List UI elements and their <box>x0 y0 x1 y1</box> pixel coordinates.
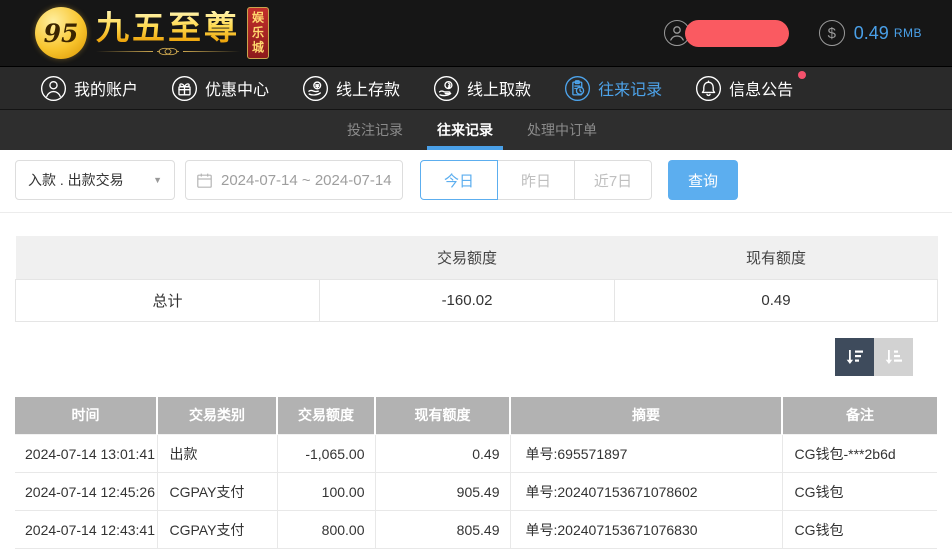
nav-label: 优惠中心 <box>205 82 270 99</box>
col-header-amount: 交易额度 <box>277 396 376 435</box>
tab-betting-records[interactable]: 投注记录 <box>345 110 405 150</box>
nav-item-promotions[interactable]: 优惠中心 <box>171 75 269 102</box>
dollar-icon: $ <box>818 20 845 46</box>
cell-balance: 905.49 <box>374 472 510 511</box>
summary-total-amount: -160.02 <box>319 278 615 322</box>
cell-summary: 单号:202407153671078602 <box>509 472 782 511</box>
nav-label: 往来记录 <box>598 82 663 99</box>
balance-amount: 0.49 <box>853 22 889 43</box>
quick-range-group: 今日 昨日 近7日 <box>420 160 652 200</box>
sort-ascending-icon[interactable] <box>874 337 913 376</box>
cell-balance: 0.49 <box>374 434 510 473</box>
nav-item-announcements[interactable]: 信息公告 <box>695 70 807 102</box>
logo-95-badge-icon: 95 <box>35 7 87 59</box>
records-header-row: 时间 交易类别 交易额度 现有额度 摘要 备注 <box>15 396 937 435</box>
date-range-value: 2024-07-14 ~ 2024-07-14 <box>221 171 392 189</box>
table-row: 2024-07-14 12:43:41 CGPAY支付 800.00 805.4… <box>15 510 937 549</box>
main-nav: 我的账户 优惠中心 线上存款 线上取款 往来记录 信息公告 <box>0 66 952 110</box>
balance-group: $ 0.49 RMB <box>818 20 922 46</box>
cell-note: CG钱包 <box>781 510 937 549</box>
logo-subtitle: 娱乐城 <box>247 7 269 59</box>
cell-amount: 100.00 <box>276 472 375 511</box>
cell-time: 2024-07-14 12:45:26 <box>15 472 157 511</box>
summary-total-balance: 0.49 <box>614 278 938 322</box>
filter-separator <box>0 212 952 213</box>
quick-range-today-button[interactable]: 今日 <box>420 160 498 200</box>
logo-title: 九五至尊 <box>96 8 240 46</box>
table-row: 2024-07-14 12:45:26 CGPAY支付 100.00 905.4… <box>15 472 937 511</box>
cell-note: CG钱包 <box>781 472 937 511</box>
transaction-type-select[interactable]: 入款 . 出款交易 ▼ <box>15 160 175 200</box>
nav-label: 线上取款 <box>467 82 532 99</box>
quick-range-last7days-button[interactable]: 近7日 <box>574 160 652 200</box>
table-row: 2024-07-14 13:01:41 出款 -1,065.00 0.49 单号… <box>15 434 937 473</box>
unread-dot-badge <box>798 70 807 79</box>
subtab-bar: 投注记录 往来记录 处理中订单 <box>0 110 952 150</box>
tab-transfer-records[interactable]: 往来记录 <box>427 110 503 150</box>
nav-item-deposit[interactable]: 线上存款 <box>302 75 400 102</box>
tab-label: 处理中订单 <box>527 122 597 138</box>
records-table: 时间 交易类别 交易额度 现有额度 摘要 备注 2024-07-14 13:01… <box>15 396 937 549</box>
announcements-bell-icon <box>695 75 722 102</box>
summary-header-balance: 现有额度 <box>614 236 938 279</box>
cell-type: 出款 <box>156 434 277 473</box>
filter-row: 入款 . 出款交易 ▼ 2024-07-14 ~ 2024-07-14 今日 昨… <box>0 150 952 200</box>
col-header-type: 交易类别 <box>157 396 278 435</box>
nav-label: 我的账户 <box>74 82 139 99</box>
summary-header-row: 交易额度 现有额度 <box>15 236 938 279</box>
nav-item-withdraw[interactable]: 线上取款 <box>433 75 531 102</box>
col-header-time: 时间 <box>15 396 158 435</box>
withdraw-icon <box>433 75 460 102</box>
summary-table: 交易额度 现有额度 总计 -160.02 0.49 <box>15 236 938 322</box>
tab-label: 往来记录 <box>437 122 493 138</box>
logo-flourish-icon <box>96 47 240 56</box>
site-logo[interactable]: 95 九五至尊 娱乐城 <box>35 7 269 59</box>
nav-label: 线上存款 <box>336 82 401 99</box>
summary-total-row: 总计 -160.02 0.49 <box>15 278 938 322</box>
redacted-username <box>684 19 789 47</box>
sort-descending-icon[interactable] <box>835 337 874 376</box>
quick-range-yesterday-button[interactable]: 昨日 <box>497 160 575 200</box>
tab-label: 投注记录 <box>347 122 403 138</box>
search-button[interactable]: 查询 <box>668 160 738 200</box>
cell-time: 2024-07-14 13:01:41 <box>15 434 157 473</box>
transfer-records-icon <box>564 75 591 102</box>
cell-type: CGPAY支付 <box>156 510 277 549</box>
nav-item-my-account[interactable]: 我的账户 <box>40 75 138 102</box>
cell-time: 2024-07-14 12:43:41 <box>15 510 157 549</box>
col-header-balance: 现有额度 <box>375 396 511 435</box>
user-area: $ 0.49 RMB <box>663 19 922 47</box>
nav-item-transfer-records[interactable]: 往来记录 <box>564 75 662 102</box>
nav-label: 信息公告 <box>729 82 794 99</box>
summary-header-corner <box>15 236 320 279</box>
promotions-gift-icon <box>171 75 198 102</box>
calendar-icon <box>196 172 213 189</box>
balance-currency: RMB <box>893 26 922 40</box>
cell-balance: 805.49 <box>374 510 510 549</box>
cell-amount: 800.00 <box>276 510 375 549</box>
summary-header-amount: 交易额度 <box>319 236 615 279</box>
sort-buttons <box>0 337 913 376</box>
top-header: 95 九五至尊 娱乐城 $ 0.49 RMB <box>0 0 952 66</box>
caret-down-icon: ▼ <box>153 175 162 185</box>
col-header-note: 备注 <box>782 396 937 435</box>
date-range-input[interactable]: 2024-07-14 ~ 2024-07-14 <box>185 160 403 200</box>
cell-summary: 单号:695571897 <box>509 434 782 473</box>
cell-summary: 单号:202407153671076830 <box>509 510 782 549</box>
account-icon <box>40 75 67 102</box>
summary-total-label: 总计 <box>15 278 320 322</box>
tab-pending-orders[interactable]: 处理中订单 <box>525 110 599 150</box>
cell-type: CGPAY支付 <box>156 472 277 511</box>
col-header-summary: 摘要 <box>510 396 783 435</box>
select-value: 入款 . 出款交易 <box>28 172 124 188</box>
deposit-icon <box>302 75 329 102</box>
cell-note: CG钱包-***2b6d <box>781 434 937 473</box>
cell-amount: -1,065.00 <box>276 434 375 473</box>
logo-monogram: 95 <box>43 18 79 48</box>
